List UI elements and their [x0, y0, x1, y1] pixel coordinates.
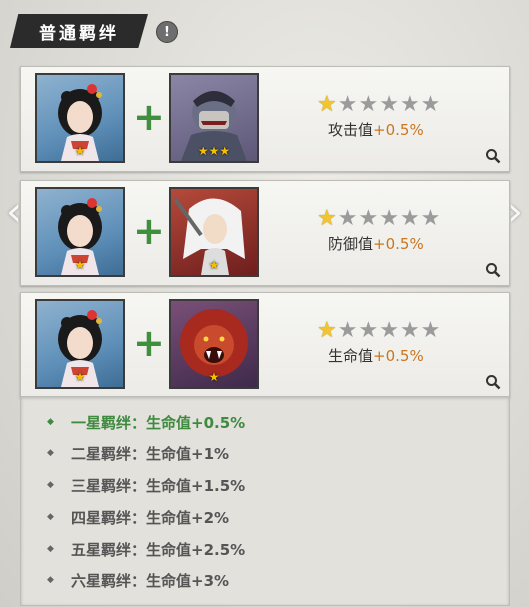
star-empty-icon: ★	[379, 318, 399, 343]
partner-portrait-1: ★★★	[169, 73, 259, 163]
bullet-icon: ◆	[47, 544, 54, 554]
effect-row: ◆ 三星羁绊：生命值+1.5%	[47, 476, 246, 495]
magnifier-icon[interactable]	[485, 374, 501, 390]
effect-row: ◆ 四星羁绊：生命值+2%	[47, 508, 230, 527]
plus-icon: +	[133, 95, 165, 139]
effect-row: ◆ 一星羁绊：生命值+0.5%	[47, 413, 246, 432]
star-empty-icon: ★	[420, 92, 441, 117]
bond-card-2[interactable]: ★ + ★ ★ ★ ★ ★ ★ ★ 防御值+0.5%	[20, 180, 510, 286]
star-empty-icon: ★	[337, 206, 358, 231]
effect-row: ◆ 六星羁绊：生命值+3%	[47, 571, 230, 590]
star-empty-icon: ★	[337, 92, 358, 117]
star-empty-icon: ★	[399, 206, 420, 231]
effect-row: ◆ 二星羁绊：生命值+1%	[47, 444, 230, 463]
bullet-icon: ◆	[47, 480, 54, 490]
star-filled-icon: ★	[317, 318, 337, 343]
hero-portrait: ★	[35, 73, 125, 163]
star-rating: ★ ★ ★ ★ ★ ★	[317, 319, 440, 343]
effect-row: ◆ 五星羁绊：生命值+2.5%	[47, 540, 246, 559]
bond-card-1[interactable]: ★ + ★★★ ★ ★ ★ ★ ★ ★ 攻击值+0.5%	[20, 66, 510, 172]
plus-icon: +	[133, 321, 165, 365]
star-empty-icon: ★	[358, 92, 379, 117]
star-empty-icon: ★	[420, 206, 441, 231]
hero-portrait: ★	[35, 299, 125, 389]
bond-card-3[interactable]: ★ + ★ ★ ★ ★ ★ ★ ★ 生命值+0.5%	[20, 292, 510, 398]
partner-portrait-3: ★	[169, 299, 259, 389]
info-icon[interactable]: !	[156, 21, 178, 43]
star-rating: ★ ★ ★ ★ ★ ★	[317, 207, 440, 231]
star-filled-icon: ★	[317, 206, 337, 231]
hero-portrait: ★	[35, 187, 125, 277]
bullet-icon: ◆	[47, 448, 54, 458]
plus-icon: +	[133, 209, 165, 253]
bond-effects-panel: ◆ 一星羁绊：生命值+0.5% ◆ 二星羁绊：生命值+1% ◆ 三星羁绊：生命值+1.…	[20, 396, 510, 606]
page-title: 普通羁绊	[10, 14, 148, 48]
star-empty-icon: ★	[358, 206, 379, 231]
star-empty-icon: ★	[379, 92, 399, 117]
partner-portrait-2: ★	[169, 187, 259, 277]
star-empty-icon: ★	[337, 318, 358, 343]
bullet-icon: ◆	[47, 417, 54, 427]
bullet-icon: ◆	[47, 512, 54, 522]
bond-attribute: 防御值+0.5%	[328, 235, 424, 253]
star-empty-icon: ★	[420, 318, 441, 343]
star-empty-icon: ★	[399, 318, 420, 343]
star-rating: ★ ★ ★ ★ ★ ★	[317, 93, 440, 117]
star-empty-icon: ★	[379, 206, 399, 231]
magnifier-icon[interactable]	[485, 262, 501, 278]
bond-attribute: 攻击值+0.5%	[328, 121, 424, 139]
bullet-icon: ◆	[47, 575, 54, 585]
magnifier-icon[interactable]	[485, 148, 501, 164]
star-empty-icon: ★	[399, 92, 420, 117]
star-empty-icon: ★	[358, 318, 379, 343]
bond-attribute: 生命值+0.5%	[328, 347, 424, 365]
star-filled-icon: ★	[317, 92, 337, 117]
